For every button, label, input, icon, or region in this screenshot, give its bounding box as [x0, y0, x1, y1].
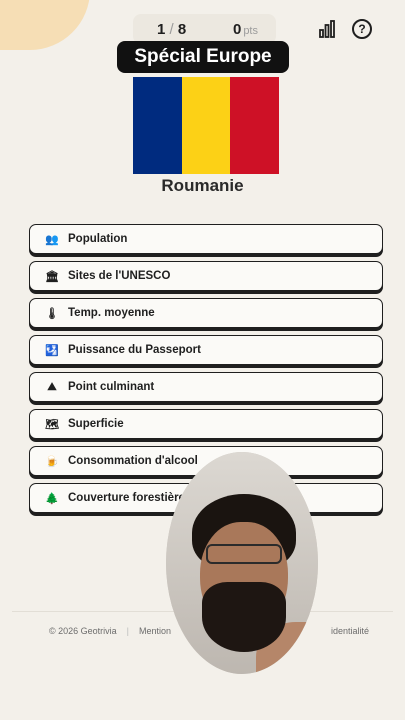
- category-label: Puissance du Passeport: [68, 344, 201, 356]
- progress-current: 1: [157, 20, 166, 38]
- score-pill: 1 / 8 0 pts: [133, 14, 276, 44]
- category-button-area[interactable]: 🗺 Superficie: [29, 409, 383, 439]
- map-icon: 🗺: [45, 418, 59, 431]
- passport-icon: 🛂: [45, 344, 59, 357]
- progress-separator: /: [169, 20, 174, 38]
- flag-stripe-1: [133, 77, 182, 174]
- webcam-beard: [202, 582, 286, 652]
- webcam-overlay: [166, 452, 318, 674]
- privacy-link[interactable]: identialité: [331, 626, 369, 636]
- flag-stripe-2: [181, 77, 231, 174]
- category-button-highest-point[interactable]: ⛰ Point culminant: [29, 372, 383, 402]
- category-label: Point culminant: [68, 381, 155, 393]
- bar-chart-icon[interactable]: [317, 19, 337, 39]
- category-label: Population: [68, 233, 128, 245]
- people-icon: 👥: [45, 233, 59, 246]
- country-name: Roumanie: [161, 176, 244, 195]
- question-circle-icon[interactable]: ?: [352, 19, 372, 39]
- mode-banner: Spécial Europe: [117, 41, 289, 73]
- webcam-glasses: [206, 544, 282, 564]
- category-label: Sites de l'UNESCO: [68, 270, 171, 282]
- progress-total: 8: [177, 20, 187, 38]
- category-button-passport[interactable]: 🛂 Puissance du Passeport: [29, 335, 383, 365]
- tree-icon: 🌲: [45, 492, 59, 505]
- category-label: Temp. moyenne: [68, 307, 155, 319]
- monument-icon: 🏛: [45, 270, 59, 283]
- category-button-unesco[interactable]: 🏛 Sites de l'UNESCO: [29, 261, 383, 291]
- corner-decoration: [0, 0, 90, 50]
- copyright-text: © 2026 Geotrivia: [49, 626, 117, 636]
- category-button-population[interactable]: 👥 Population: [29, 224, 383, 254]
- category-button-temperature[interactable]: 🌡 Temp. moyenne: [29, 298, 383, 328]
- category-label: Superficie: [68, 418, 124, 430]
- points-value: 0: [232, 20, 242, 38]
- footer-separator: |: [126, 626, 130, 636]
- points-counter: 0 pts: [233, 21, 258, 38]
- flag-stripe-3: [230, 77, 280, 174]
- progress-counter: 1 / 8: [157, 21, 186, 38]
- beer-icon: 🍺: [45, 455, 59, 468]
- thermometer-icon: 🌡: [45, 307, 59, 320]
- mountain-icon: ⛰: [47, 380, 57, 393]
- help-glyph: ?: [352, 19, 372, 39]
- country-flag: [133, 77, 280, 174]
- points-unit: pts: [243, 24, 258, 37]
